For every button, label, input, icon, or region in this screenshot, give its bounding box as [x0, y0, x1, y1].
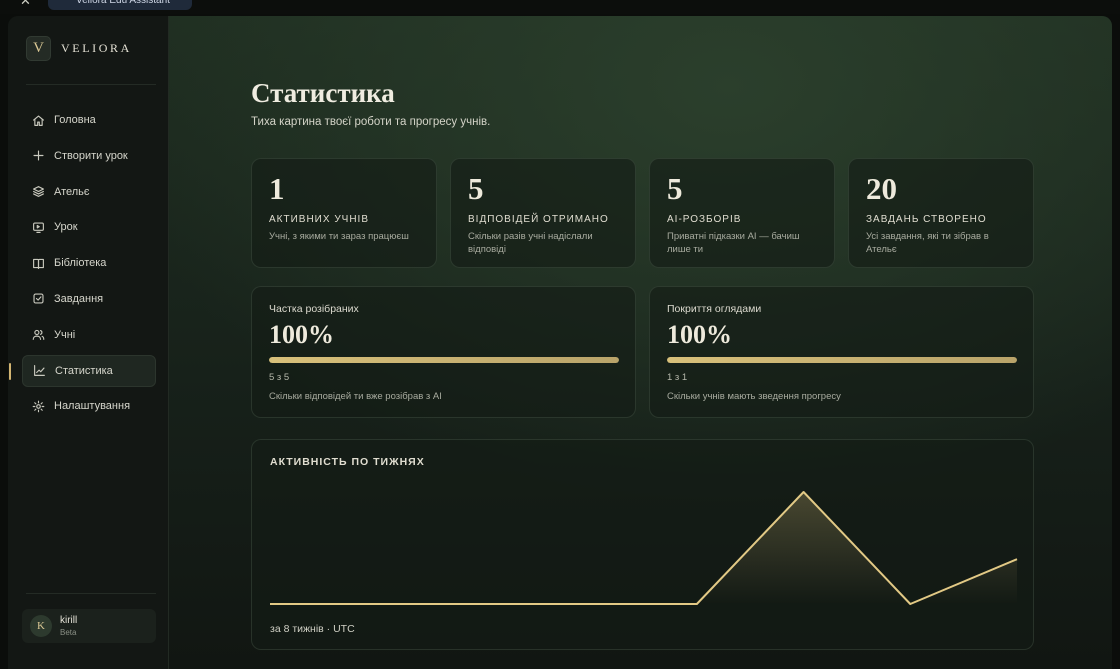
weekly-activity-chart-card: АКТИВНІСТЬ ПО ТИЖНЯХ за 8 тижнів · UTC [251, 439, 1034, 650]
sidebar-item-label: Створити урок [54, 149, 128, 162]
sidebar-item-label: Ательє [54, 185, 90, 198]
progress-count: 5 з 5 [269, 372, 290, 383]
stat-label: AI-РОЗБОРІВ [667, 214, 742, 225]
progress-fill [269, 357, 619, 363]
progress-title: Частка розібраних [269, 303, 359, 315]
sidebar-item-tasks[interactable]: Завдання [22, 283, 156, 315]
avatar: K [30, 615, 52, 637]
page-title: Статистика [251, 78, 395, 108]
chart-line-icon [33, 364, 46, 377]
sidebar-nav: Головна Створити урок Ательє Урок Бібліо… [9, 104, 156, 426]
sidebar-divider [26, 593, 156, 594]
stat-description: Скільки разів учні надіслали відповіді [468, 231, 593, 255]
progress-card-review-coverage: Покриття оглядами 100% 1 з 1 Скільки учн… [649, 286, 1034, 418]
users-icon [32, 328, 45, 341]
sidebar-item-statistics[interactable]: Статистика [9, 354, 156, 387]
stat-label: ЗАВДАНЬ СТВОРЕНО [866, 214, 987, 225]
page-subtitle: Тиха картина твоєї роботи та прогресу уч… [251, 116, 491, 128]
brand-name: VELIORA [61, 41, 132, 55]
sidebar-item-label: Головна [54, 114, 96, 126]
stat-card-ai-reviews: 5 AI-РОЗБОРІВ Приватні підказки AI — бач… [649, 158, 835, 268]
progress-card-reviewed-share: Частка розібраних 100% 5 з 5 Скільки від… [251, 286, 636, 418]
gear-icon [32, 400, 45, 413]
browser-tab[interactable]: Veliora Edu Assistant [48, 0, 192, 10]
sidebar-item-students[interactable]: Учні [22, 319, 156, 351]
home-icon [32, 114, 45, 127]
chart-point-week-8 [1016, 558, 1018, 560]
sidebar-item-label: Статистика [55, 364, 113, 377]
weekly-activity-chart [269, 491, 1018, 605]
chart-point-week-4 [589, 603, 591, 605]
chart-series-line [270, 491, 1018, 605]
progress-description: Скільки учнів мають зведення прогресу [667, 391, 841, 402]
sidebar-item-label: Урок [54, 221, 78, 234]
close-icon[interactable]: ✕ [20, 0, 34, 8]
progress-value: 100% [269, 320, 334, 349]
sidebar-item-settings[interactable]: Налаштування [22, 390, 156, 422]
stat-card-active-students: 1 АКТИВНИХ УЧНІВ Учні, з якими ти зараз … [251, 158, 437, 268]
chart-area-fill [270, 492, 1017, 604]
plus-icon [32, 149, 45, 162]
sidebar-item-label: Учні [54, 328, 76, 341]
user-meta: kirill Beta [60, 615, 77, 638]
sidebar-item-lesson[interactable]: Урок [22, 211, 156, 243]
chart-point-week-1 [269, 603, 271, 605]
stat-label: ВІДПОВІДЕЙ ОТРИМАНО [468, 214, 609, 225]
layers-icon [32, 185, 45, 198]
stat-description: Учні, з якими ти зараз працюєш [269, 231, 409, 242]
chart-point-week-7 [909, 603, 911, 605]
progress-bar [667, 357, 1017, 363]
brand[interactable]: V VELIORA [26, 36, 132, 61]
sidebar: V VELIORA Головна Створити урок Ательє У… [8, 16, 169, 669]
chart-point-week-3 [482, 603, 484, 605]
stat-card-tasks-created: 20 ЗАВДАНЬ СТВОРЕНО Усі завдання, які ти… [848, 158, 1034, 268]
sidebar-item-atelier[interactable]: Ательє [22, 176, 156, 208]
progress-value: 100% [667, 320, 732, 349]
progress-description: Скільки відповідей ти вже розібрав з AI [269, 391, 442, 402]
user-plan-badge: Beta [60, 627, 77, 637]
main-content: Статистика Тиха картина твоєї роботи та … [169, 16, 1112, 669]
sidebar-item-home[interactable]: Головна [22, 104, 156, 136]
chart-point-week-2 [376, 603, 378, 605]
stat-value: 20 [866, 171, 897, 206]
chart-title: АКТИВНІСТЬ ПО ТИЖНЯХ [270, 456, 425, 468]
book-icon [32, 257, 45, 270]
progress-count: 1 з 1 [667, 372, 688, 383]
window-titlebar: ✕ Veliora Edu Assistant [0, 0, 1120, 14]
sidebar-item-library[interactable]: Бібліотека [22, 247, 156, 279]
sidebar-divider [26, 84, 156, 85]
app-window: V VELIORA Головна Створити урок Ательє У… [8, 16, 1112, 669]
stat-card-answers-received: 5 ВІДПОВІДЕЙ ОТРИМАНО Скільки разів учні… [450, 158, 636, 268]
stat-value: 5 [468, 171, 484, 206]
user-profile[interactable]: K kirill Beta [22, 609, 156, 643]
progress-title: Покриття оглядами [667, 303, 762, 315]
sidebar-item-label: Завдання [54, 292, 104, 305]
sidebar-item-label: Налаштування [54, 400, 131, 413]
stat-description: Усі завдання, які ти зібрав в Ательє [866, 231, 989, 255]
progress-fill [667, 357, 1017, 363]
stat-description: Приватні підказки AI — бачиш лише ти [667, 231, 800, 255]
stat-value: 1 [269, 171, 285, 206]
sidebar-item-label: Бібліотека [54, 257, 107, 270]
checkbox-icon [32, 292, 45, 305]
stat-value: 5 [667, 171, 683, 206]
sidebar-item-create-lesson[interactable]: Створити урок [22, 140, 156, 172]
brand-logo: V [26, 36, 51, 61]
chart-footnote: за 8 тижнів · UTC [270, 623, 355, 635]
chart-point-week-6 [803, 491, 805, 493]
stat-label: АКТИВНИХ УЧНІВ [269, 214, 370, 225]
chart-point-week-5 [696, 603, 698, 605]
presentation-icon [32, 221, 45, 234]
user-name: kirill [60, 614, 78, 626]
progress-bar [269, 357, 619, 363]
